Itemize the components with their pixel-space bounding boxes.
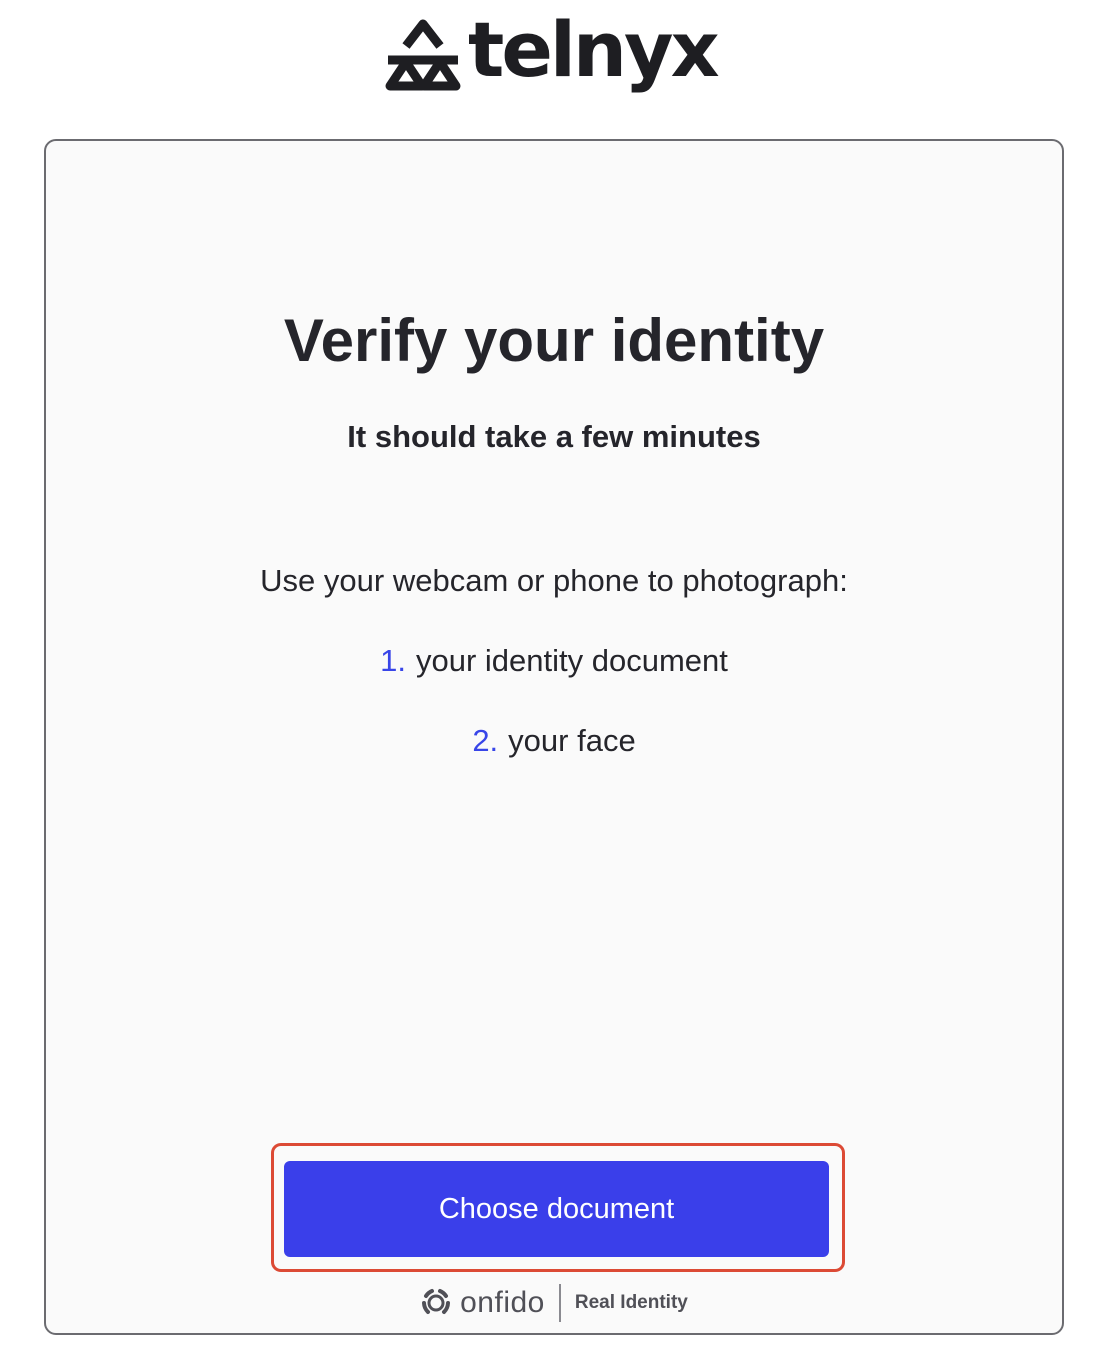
list-item: 1. your identity document <box>46 641 1062 721</box>
page-title: Verify your identity <box>283 307 825 374</box>
footer: onfido Real Identity <box>46 1283 1062 1323</box>
telnyx-logo: telnyx <box>382 5 720 102</box>
onfido-logo: onfido <box>420 1286 545 1320</box>
onfido-logo-icon <box>422 1289 451 1314</box>
instructions-intro: Use your webcam or phone to photograph: <box>260 563 848 598</box>
provider-name: onfido <box>460 1286 545 1319</box>
list-item: 2. your face <box>46 721 1062 801</box>
step-number: 1. <box>380 643 406 678</box>
brand-name: telnyx <box>468 5 720 94</box>
step-label: your identity document <box>415 643 728 678</box>
step-number: 2. <box>472 723 499 758</box>
footer-divider <box>558 1284 561 1322</box>
page-subtitle: It should take a few minutes <box>347 419 761 454</box>
telnyx-logo-icon <box>385 19 461 91</box>
choose-document-button[interactable]: Choose document <box>284 1161 829 1257</box>
provider-tagline: Real Identity <box>574 1292 688 1313</box>
steps-list: 1. your identity document 2. your face <box>46 641 1062 801</box>
step-label: your face <box>508 723 636 758</box>
page: telnyx Verify your identity It should ta… <box>0 0 1100 1350</box>
verification-card: Verify your identity It should take a fe… <box>44 139 1064 1335</box>
